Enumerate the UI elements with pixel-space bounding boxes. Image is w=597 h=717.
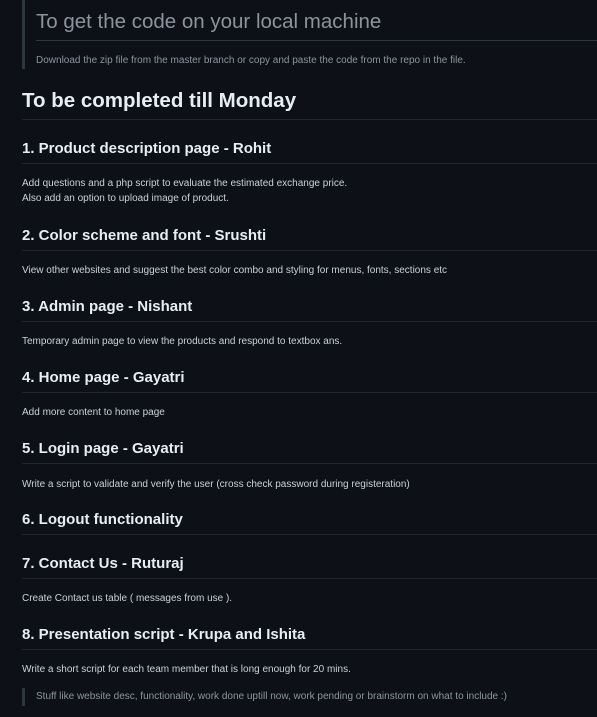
task-desc-1: Add questions and a php script to evalua… (22, 176, 597, 206)
task-desc-5: Write a script to validate and verify th… (22, 477, 597, 492)
local-setup-text: Download the zip file from the master br… (36, 55, 466, 66)
task-desc-line: Add questions and a php script to evalua… (22, 178, 348, 189)
task-desc-line: Temporary admin page to view the product… (22, 336, 343, 347)
task-title-6: 6. Logout functionality (22, 510, 597, 535)
task-desc-line: View other websites and suggest the best… (22, 265, 448, 276)
task-desc-8: Write a short script for each team membe… (22, 662, 597, 677)
task-title-4: 4. Home page - Gayatri (22, 368, 597, 393)
task-title-2: 2. Color scheme and font - Srushti (22, 226, 597, 251)
task-desc-3: Temporary admin page to view the product… (22, 334, 597, 349)
blockquote-presentation-notes: Stuff like website desc, functionality, … (22, 688, 582, 706)
local-setup-heading: To get the code on your local machine (36, 0, 597, 41)
task-desc-line: Add more content to home page (22, 407, 165, 418)
task-desc-4: Add more content to home page (22, 405, 597, 420)
blockquote-local-setup: To get the code on your local machine Do… (22, 0, 597, 69)
task-title-7: 7. Contact Us - Ruturaj (22, 554, 597, 579)
task-desc-2: View other websites and suggest the best… (22, 263, 597, 278)
page-title: To be completed till Monday (22, 88, 597, 120)
task-title-1: 1. Product description page - Rohit (22, 139, 597, 164)
task-title-8: 8. Presentation script - Krupa and Ishit… (22, 625, 597, 650)
task-title-5: 5. Login page - Gayatri (22, 439, 597, 464)
task-title-3: 3. Admin page - Nishant (22, 297, 597, 322)
readme-content: To get the code on your local machine Do… (0, 0, 597, 717)
task-desc-line: Create Contact us table ( messages from … (22, 593, 233, 604)
task-desc-line: Write a short script for each team membe… (22, 664, 351, 675)
task-desc-line: Write a script to validate and verify th… (22, 479, 410, 490)
task-desc-line: Also add an option to upload image of pr… (22, 193, 229, 204)
task-desc-7: Create Contact us table ( messages from … (22, 591, 597, 606)
